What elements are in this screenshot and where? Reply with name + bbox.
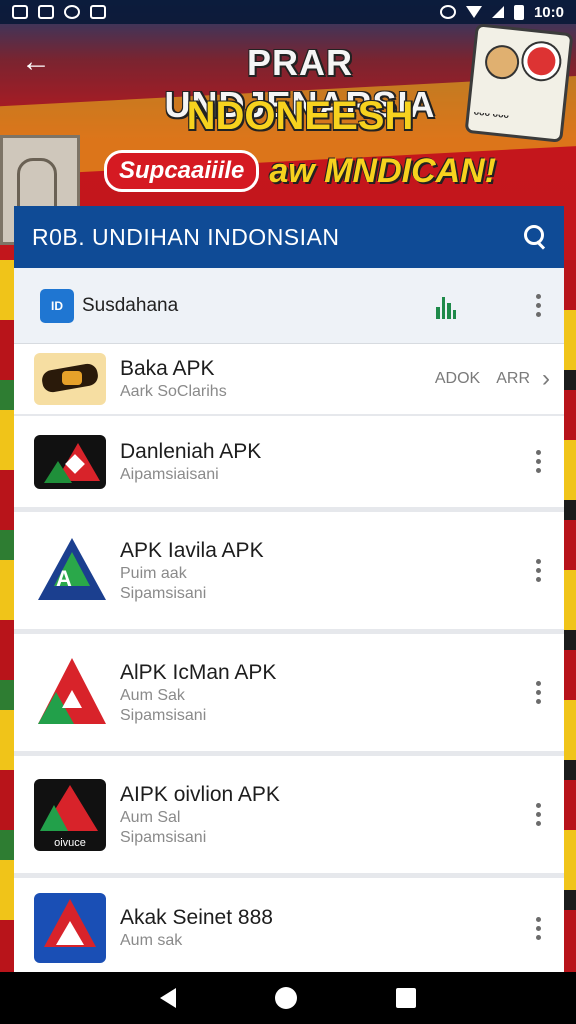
app-icon: A: [34, 536, 106, 606]
app-name: Baka APK: [120, 357, 215, 380]
app-subtitle: Aum Sak: [120, 686, 185, 704]
app-name: AIPK oivlion APK: [120, 782, 280, 806]
nav-back-icon[interactable]: [159, 988, 176, 1008]
app-badge: oivuce: [54, 836, 86, 849]
app-icon: [34, 434, 106, 489]
flower-icon: [521, 41, 562, 82]
more-icon[interactable]: [526, 913, 550, 943]
list-item[interactable]: oivuce AIPK oivlion APK Aum Sal Sipamsis…: [14, 756, 564, 878]
app-subtitle: Puim aak: [120, 564, 187, 582]
chat-icon: [64, 5, 80, 19]
app-name: APK Iavila APK: [120, 538, 264, 562]
app-text: AlPK IcMan APK Aum Sak Sipamsisani: [120, 661, 526, 725]
list-item[interactable]: Danleniah APK Aipamsiaisani: [14, 416, 564, 512]
app-icon: oivuce: [34, 778, 106, 851]
app-icon: [34, 656, 106, 730]
list-item[interactable]: A APK Iavila APK Puim aak Sipamsisani: [14, 512, 564, 634]
app-text: Akak Seinet 888 Aum sak: [120, 906, 526, 950]
system-nav-bar: [0, 972, 576, 1024]
alarm-icon: [439, 5, 456, 19]
app-list-panel: R0B. UNDIHAN INDONSIAN ID Susdahana Baka…: [14, 206, 564, 972]
promo-text: aw MNDICAN!: [269, 151, 497, 190]
app-text: AIPK oivlion APK Aum Sal Sipamsisani: [120, 783, 526, 847]
app-icon: [34, 893, 106, 963]
signal-icon: [491, 6, 504, 18]
more-icon[interactable]: [526, 678, 550, 708]
app-subtitle: Aark SoClarihs: [120, 383, 227, 400]
app-text: Baka APK Aark SoClarihs: [120, 357, 419, 401]
app-icon: [34, 353, 106, 405]
app-tag: ARR: [496, 370, 530, 387]
back-button[interactable]: ←: [14, 42, 58, 82]
nav-recents-icon[interactable]: [396, 988, 417, 1008]
app-text: APK Iavila APK Puim aak Sipamsisani: [120, 539, 526, 603]
folder-icon: ID: [40, 288, 74, 323]
app-subtitle-2: Sipamsisani: [120, 584, 207, 602]
app-subtitle-2: Sipamsisani: [120, 828, 207, 846]
app-name: Danleniah APK: [120, 439, 262, 463]
chevron-right-icon: ›: [542, 365, 550, 392]
app-tag: ADOK: [434, 370, 481, 387]
list-item[interactable]: Akak Seinet 888 Aum sak: [14, 878, 564, 972]
more-icon[interactable]: [526, 556, 550, 586]
download-icon: [90, 5, 106, 19]
app-name: AlPK IcMan APK: [120, 660, 277, 684]
list-item[interactable]: AlPK IcMan APK Aum Sak Sipamsisani: [14, 634, 564, 756]
list-item[interactable]: Baka APK Aark SoClarihs ADOK ARR ›: [14, 344, 564, 416]
app-name: Akak Seinet 888: [120, 906, 273, 929]
status-bar: 10:0: [0, 0, 576, 24]
notification-icon: [12, 5, 28, 19]
more-icon[interactable]: [526, 800, 550, 830]
app-subtitle: Aipamsiaisani: [120, 465, 219, 483]
app-subtitle: Aum sak: [120, 932, 183, 949]
battery-icon: [513, 4, 524, 20]
more-icon[interactable]: [526, 447, 550, 477]
notification-icons: [12, 5, 106, 19]
search-icon[interactable]: [522, 223, 550, 251]
app-text: Danleniah APK Aipamsiaisani: [120, 440, 526, 484]
promo-pill: Supcaaiiile: [104, 150, 260, 192]
image-icon: [38, 5, 54, 19]
clock-time: 10:0: [533, 3, 564, 21]
section-label: Susdahana: [82, 294, 179, 316]
wifi-icon: [465, 6, 482, 18]
banner-subtitle: NDONEESH: [186, 94, 414, 138]
nav-home-icon[interactable]: [274, 987, 297, 1009]
toolbar-title: R0B. UNDIHAN INDONSIAN: [32, 223, 340, 250]
more-icon[interactable]: [526, 291, 550, 321]
toolbar: R0B. UNDIHAN INDONSIAN: [14, 206, 564, 268]
app-subtitle: Aum Sal: [120, 808, 181, 826]
bars-icon: [436, 293, 456, 319]
arrow-left-icon: ←: [21, 45, 51, 78]
app-subtitle-2: Sipamsisani: [120, 706, 207, 724]
system-icons: 10:0: [439, 3, 564, 21]
promo-row: Supcaaiiile aw MNDICAN!: [104, 150, 496, 192]
section-header[interactable]: ID Susdahana: [14, 268, 564, 344]
